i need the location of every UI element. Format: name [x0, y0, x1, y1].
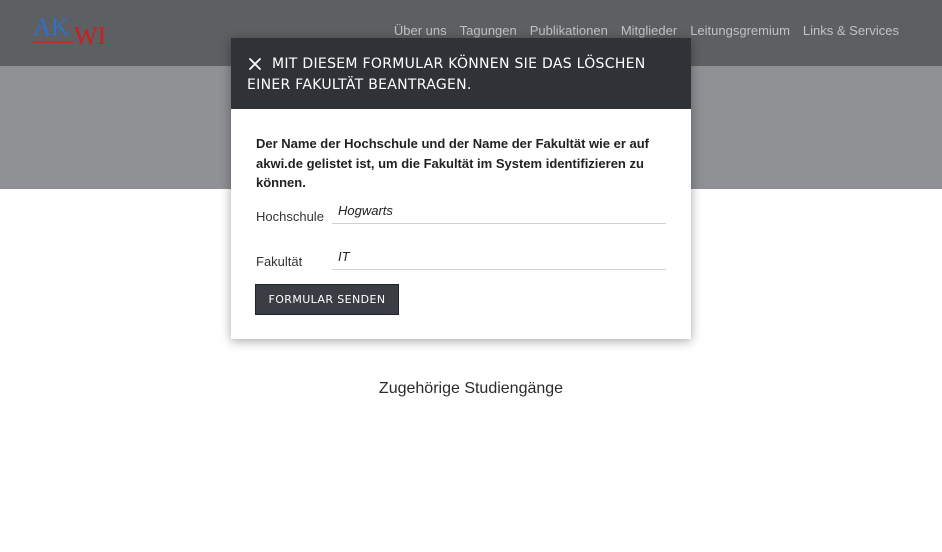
studiengaenge-heading: Zugehörige Studiengänge	[378, 380, 564, 397]
nav-item-leitungsgremium[interactable]: Leitungsgremium	[690, 23, 790, 38]
delete-faculty-modal: MIT DIESEM FORMULAR KÖNNEN SIE DAS LÖSCH…	[231, 38, 691, 339]
akwi-logo[interactable]: AK WI	[33, 14, 113, 50]
logo-wi-text: WI	[74, 23, 106, 50]
fakultaet-label: Fakultät	[256, 254, 303, 269]
close-icon[interactable]	[248, 57, 262, 71]
modal-header: MIT DIESEM FORMULAR KÖNNEN SIE DAS LÖSCH…	[231, 38, 691, 109]
modal-title: MIT DIESEM FORMULAR KÖNNEN SIE DAS LÖSCH…	[247, 56, 646, 93]
submit-form-button[interactable]: FORMULAR SENDEN	[255, 284, 399, 315]
modal-description: Der Name der Hochschule und der Name der…	[256, 136, 650, 190]
hochschule-input[interactable]	[332, 198, 666, 224]
hochschule-label: Hochschule	[256, 209, 324, 224]
nav-item-publikationen[interactable]: Publikationen	[530, 23, 608, 38]
nav-item-links-services[interactable]: Links & Services	[803, 23, 899, 38]
nav-item-tagungen[interactable]: Tagungen	[460, 23, 517, 38]
fakultaet-input[interactable]	[332, 244, 666, 270]
logo-ak-text: AK	[33, 14, 70, 41]
main-nav: Über uns Tagungen Publikationen Mitglied…	[394, 23, 899, 38]
nav-item-mitglieder[interactable]: Mitglieder	[621, 23, 677, 38]
nav-item-ueber-uns[interactable]: Über uns	[394, 23, 447, 38]
logo-underline	[33, 41, 74, 43]
